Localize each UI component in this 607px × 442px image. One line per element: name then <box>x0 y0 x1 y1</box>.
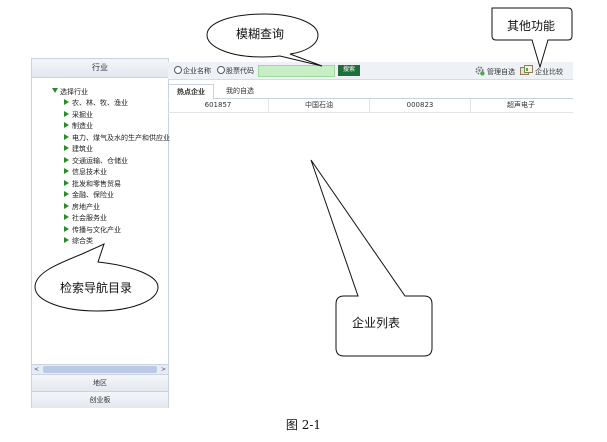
callout-overlay <box>34 7 573 357</box>
figure-caption: 图 2-1 <box>285 418 322 432</box>
callout-text-nav-directory: 检索导航目录 <box>60 281 133 295</box>
callout-text-fuzzy-search: 模糊查询 <box>236 27 285 41</box>
callout-text-other-functions: 其他功能 <box>507 19 556 33</box>
callout-text-company-list: 企业列表 <box>352 316 401 330</box>
callout-bubble-nav-directory <box>34 243 159 312</box>
